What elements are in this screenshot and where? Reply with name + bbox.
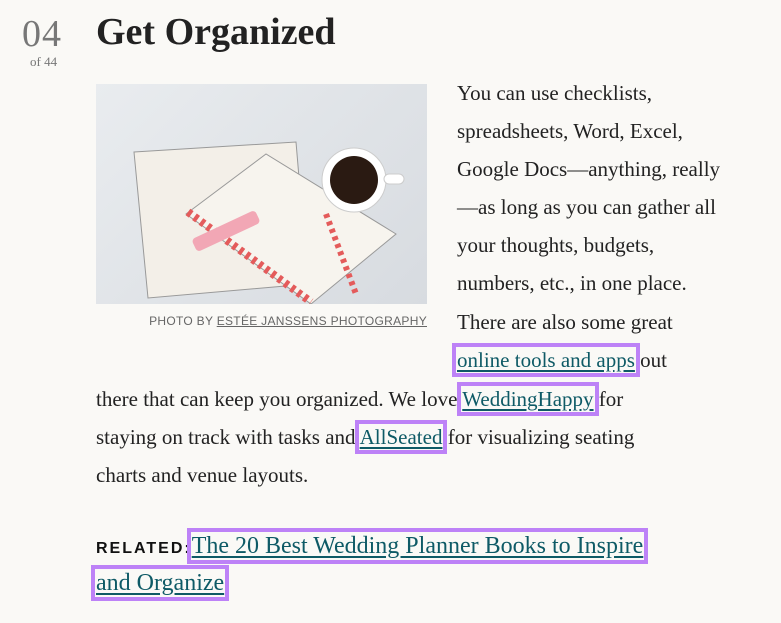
online-tools-link[interactable]: online tools and apps: [452, 343, 640, 377]
item-number: 04: [22, 13, 62, 55]
body-text: for: [598, 387, 624, 411]
body-line: your thoughts, budgets,: [457, 233, 655, 257]
body-line: There are also some great: [457, 310, 673, 334]
related-article-link[interactable]: The 20 Best Wedding Planner Books to Ins…: [186, 528, 649, 564]
photographer-link[interactable]: ESTÉE JANSSENS PHOTOGRAPHY: [217, 314, 427, 328]
body-line: there that can keep you organized. We lo…: [96, 382, 624, 416]
item-count: of 44: [30, 54, 58, 69]
body-line: numbers, etc., in one place.: [457, 271, 687, 295]
body-line: online tools and apps out: [452, 343, 667, 377]
allseated-link[interactable]: AllSeated: [354, 420, 448, 454]
body-text: for visualizing seating: [447, 425, 635, 449]
body-line: spreadsheets, Word, Excel,: [457, 119, 683, 143]
body-line: —as long as you can gather all: [457, 195, 716, 219]
body-text: out: [640, 348, 667, 372]
planner-and-coffee-illustration: [133, 141, 405, 304]
body-line: You can use checklists,: [457, 81, 653, 105]
related-label: RELATED:: [96, 540, 192, 557]
related-line: RELATED:The 20 Best Wedding Planner Book…: [96, 528, 649, 564]
photo-credit: PHOTO BY ESTÉE JANSSENS PHOTOGRAPHY: [96, 314, 427, 328]
related-article-link-continued[interactable]: and Organize: [90, 565, 230, 601]
weddinghappy-link[interactable]: WeddingHappy: [457, 382, 599, 416]
article-photo: [96, 84, 427, 304]
body-text: staying on track with tasks and: [96, 425, 356, 449]
body-line: charts and venue layouts.: [96, 463, 309, 487]
page-title: Get Organized: [96, 11, 336, 53]
credit-prefix: PHOTO BY: [149, 314, 214, 328]
related-line: and Organize: [90, 565, 230, 601]
body-line: staying on track with tasks and AllSeate…: [96, 420, 635, 454]
body-line: Google Docs—anything, really: [457, 157, 721, 181]
body-text: there that can keep you organized. We lo…: [96, 387, 458, 411]
